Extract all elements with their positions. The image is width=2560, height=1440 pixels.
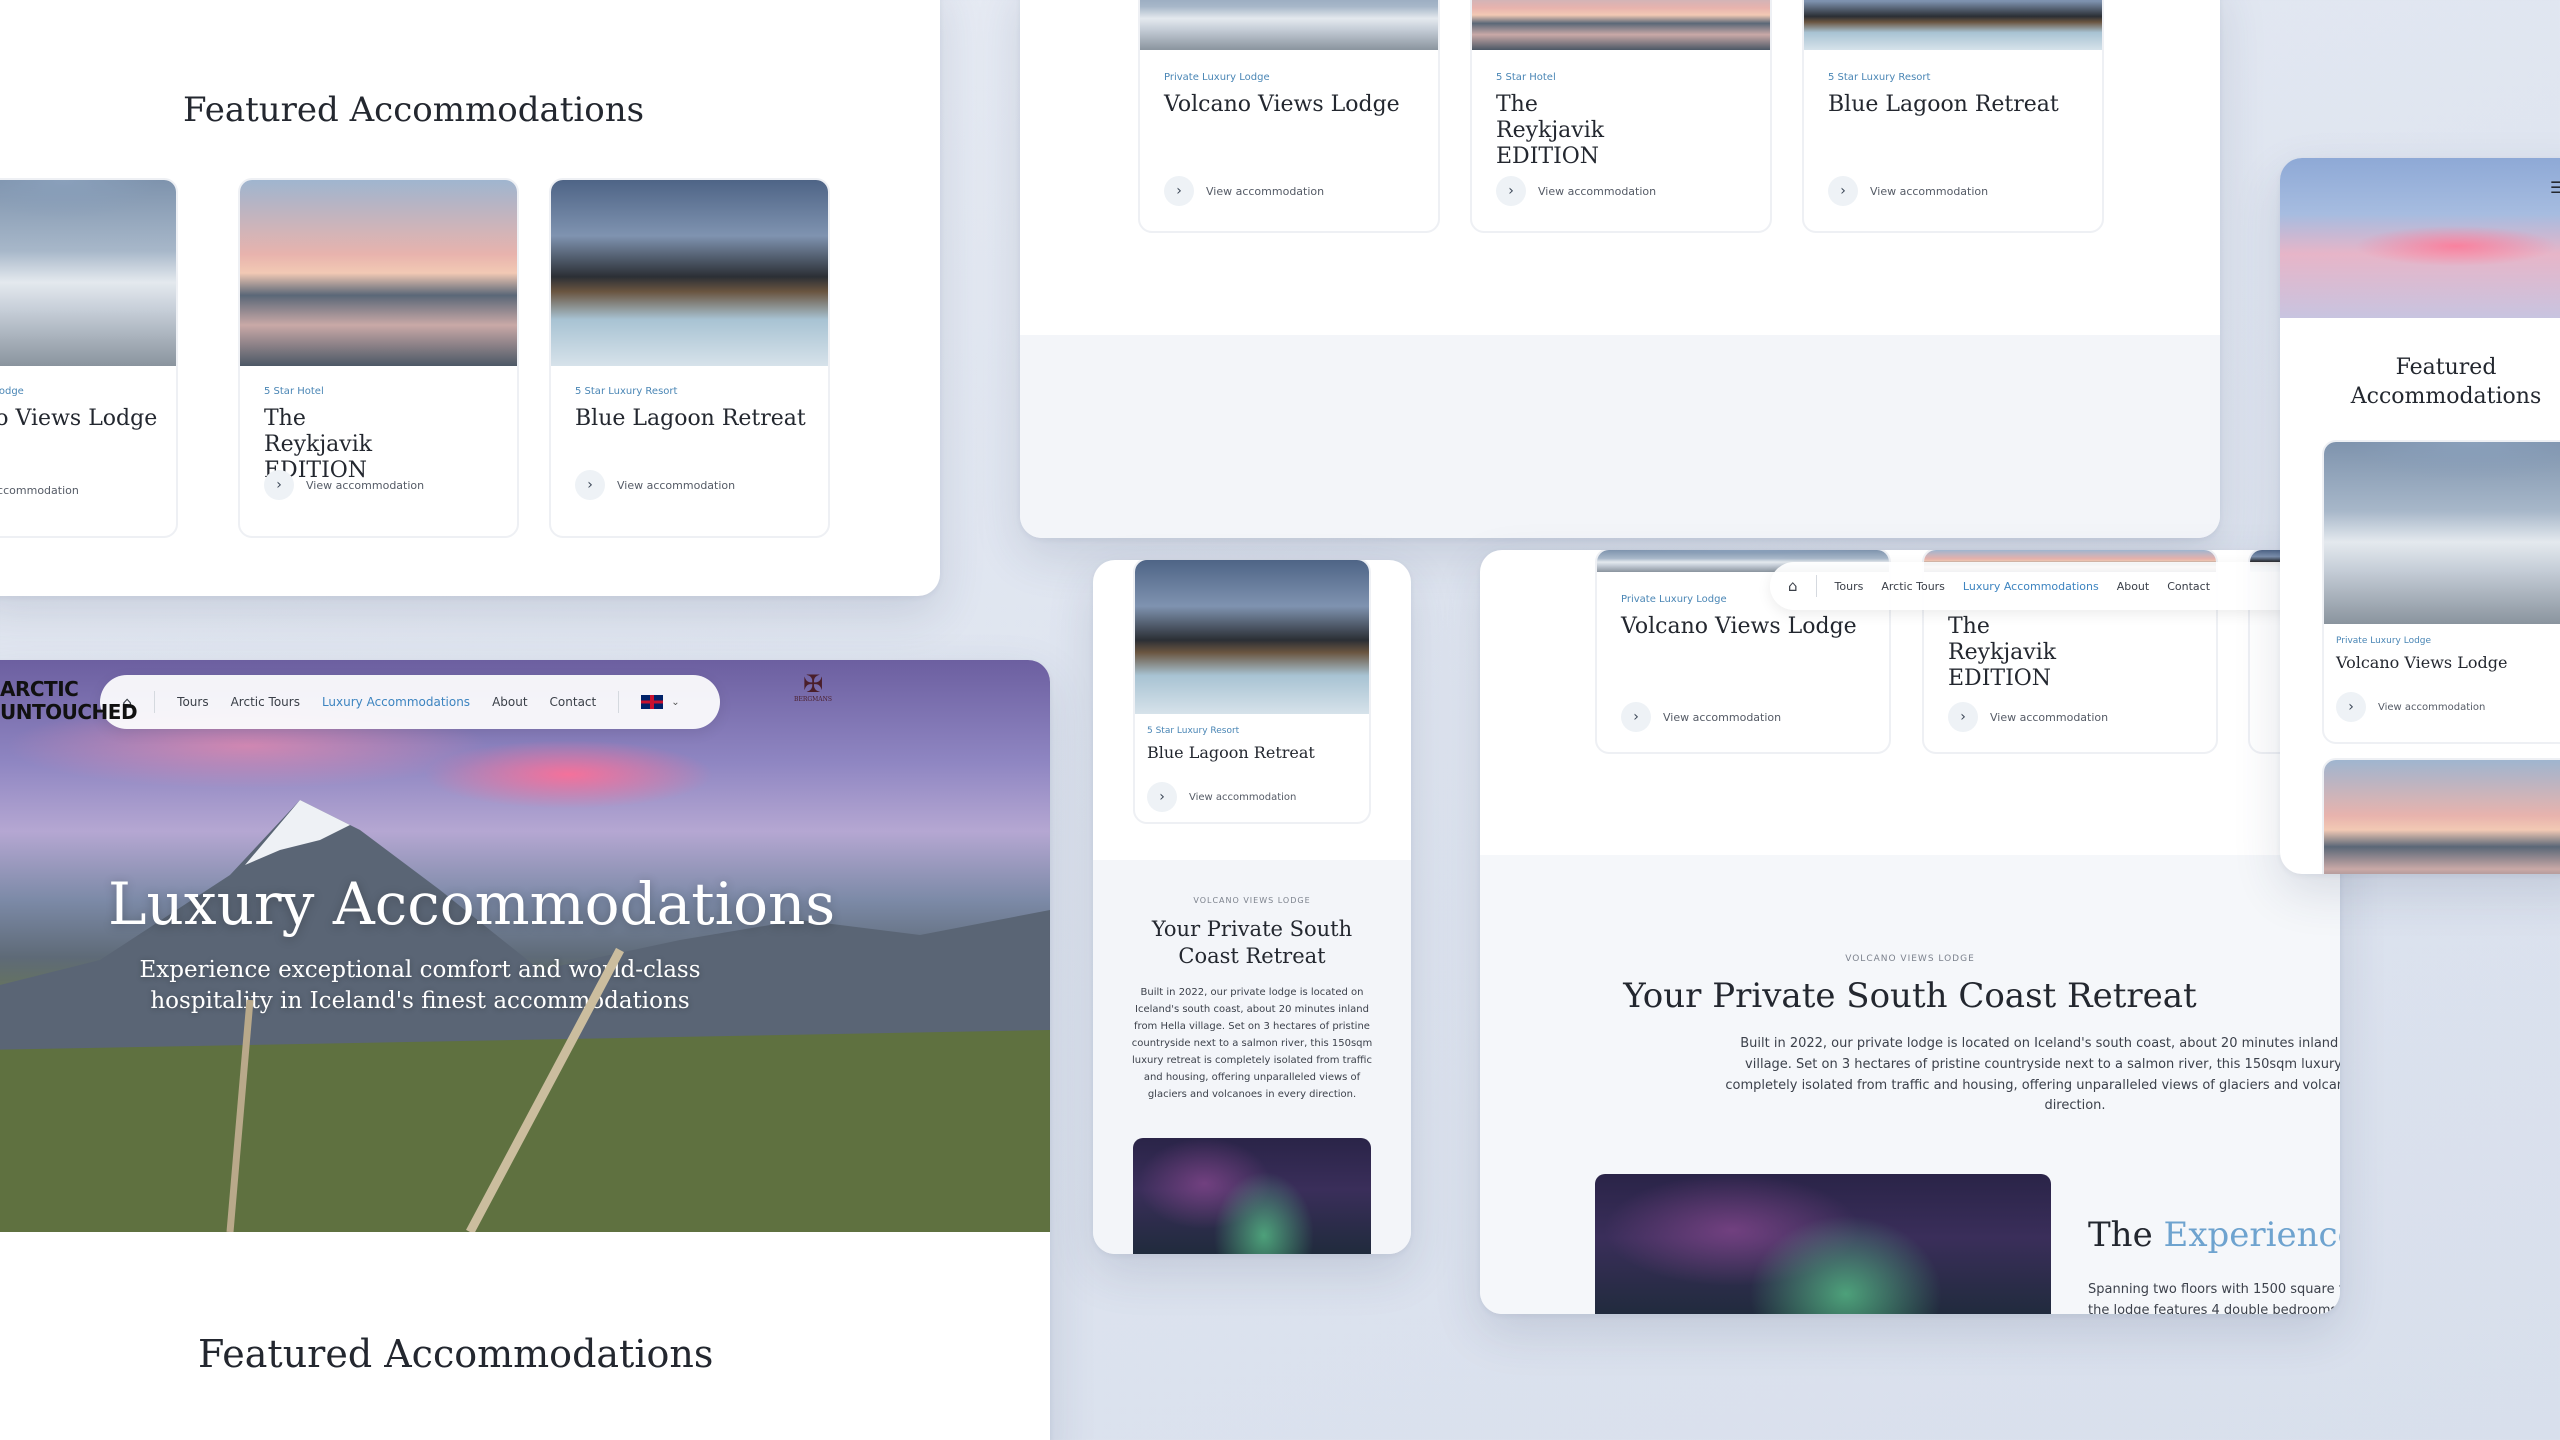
harbor-image: [240, 180, 517, 366]
section-background: [1020, 335, 2220, 538]
retreat-eyebrow: VOLCANO VIEWS LODGE: [1845, 954, 1975, 964]
featured-panel-top-left: Featured Accommodations xury Lodge ano V…: [0, 0, 940, 596]
card-category: 5 Star Luxury Resort: [1828, 72, 1931, 83]
card-link[interactable]: iew accommodation: [0, 484, 79, 497]
accommodation-card-lagoon[interactable]: 5 Star Luxury Resort Blue Lagoon Retreat…: [1133, 560, 1371, 824]
view-accommodation-link[interactable]: › View accommodation: [1948, 702, 2108, 732]
card-category: Private Luxury Lodge: [2336, 636, 2432, 646]
accommodation-card-lagoon[interactable]: 5 Star Luxury Resort Blue Lagoon Retreat…: [549, 178, 830, 538]
featured-heading: Featured Accommodations: [198, 1332, 714, 1376]
mobile-panel-right: ☰ Featured Accommodations Private Luxury…: [2280, 158, 2560, 874]
nav-item-contact[interactable]: Contact: [2167, 580, 2210, 593]
hero-panel: ⌂ Tours Arctic Tours Luxury Accommodatio…: [0, 660, 1050, 1440]
chevron-right-icon: ›: [1621, 702, 1651, 732]
cards-panel-top-middle: Private Luxury Lodge Volcano Views Lodge…: [1020, 0, 2220, 538]
home-icon[interactable]: ⌂: [1788, 577, 1798, 595]
accommodation-card-edition[interactable]: 5 Star Hotel The Reykjavik EDITION › Vie…: [1470, 0, 1772, 233]
card-title: Volcano Views Lodge: [1164, 92, 1400, 117]
accommodation-card-volcano[interactable]: Private Luxury Lodge Volcano Views Lodge…: [1138, 0, 1440, 233]
card-title: Volcano Views Lodge: [2336, 653, 2508, 672]
fence-posts: [226, 947, 624, 1232]
nav-item-arctic-tours[interactable]: Arctic Tours: [1881, 580, 1945, 593]
nav-divider: [1815, 575, 1817, 597]
cabin-image: [2324, 442, 2560, 624]
chevron-right-icon: ›: [1948, 702, 1978, 732]
lagoon-image: [551, 180, 828, 366]
chevron-right-icon: ›: [264, 470, 294, 500]
card-title: Blue Lagoon Retreat: [1147, 743, 1315, 762]
lagoon-image: [1804, 0, 2102, 50]
view-accommodation-link[interactable]: › View accommodation: [1621, 702, 1781, 732]
harbor-image: [1472, 0, 1770, 50]
card-title: Volcano Views Lodge: [1621, 614, 1857, 639]
accommodation-card-edition[interactable]: [2322, 758, 2560, 874]
view-accommodation-link[interactable]: › View accommodation: [264, 470, 424, 500]
menu-icon[interactable]: ☰: [2550, 178, 2560, 197]
accommodation-card-edition[interactable]: 5 Star Hotel The Reykjavik EDITION › Vie…: [238, 178, 519, 538]
card-category: xury Lodge: [0, 386, 24, 397]
retreat-heading: Your Private South Coast Retreat: [1151, 917, 1353, 969]
view-accommodation-link[interactable]: › View accommodation: [2336, 692, 2485, 722]
card-category: 5 Star Luxury Resort: [575, 386, 678, 397]
card-category: 5 Star Hotel: [264, 386, 324, 397]
card-title: Blue Lagoon Retreat: [1828, 92, 2059, 117]
chevron-right-icon: ›: [1164, 176, 1194, 206]
accommodation-card-lagoon[interactable]: 5 Star Luxury Resort Blue Lagoon Retreat…: [1802, 0, 2104, 233]
sticky-navigation: ⌂ Tours Arctic Tours Luxury Accommodatio…: [1770, 562, 2330, 610]
chevron-right-icon: ›: [575, 470, 605, 500]
nav-item-luxury-accommodations[interactable]: Luxury Accommodations: [1963, 580, 2099, 593]
card-title: The Reykjavik EDITION: [1496, 92, 1605, 169]
harbor-image: [2324, 760, 2560, 874]
lagoon-image: [1135, 560, 1369, 714]
accommodation-card-volcano[interactable]: xury Lodge ano Views Lodge iew accommoda…: [0, 178, 178, 538]
card-title: ano Views Lodge: [0, 406, 158, 431]
retreat-eyebrow: VOLCANO VIEWS LODGE: [1193, 896, 1311, 905]
view-accommodation-link[interactable]: › View accommodation: [1147, 782, 1296, 812]
aurora-image: [1133, 1138, 1371, 1254]
nav-item-about[interactable]: About: [2117, 580, 2150, 593]
card-category: Private Luxury Lodge: [1164, 72, 1270, 83]
featured-heading-mobile: Featured Accommodations: [2350, 355, 2542, 409]
chevron-right-icon: ›: [1828, 176, 1858, 206]
card-category: 5 Star Luxury Resort: [1147, 726, 1240, 736]
card-title: Blue Lagoon Retreat: [575, 406, 806, 431]
desktop-panel-bottom-right: Private Luxury Lodge Volcano Views Lodge…: [1480, 550, 2340, 1314]
experience-body: Spanning two floors with 1500 square fee…: [2088, 1282, 2340, 1314]
cabin-image: [0, 180, 176, 366]
experience-heading: The Experience: [2088, 1215, 2340, 1255]
card-category: Private Luxury Lodge: [1621, 594, 1727, 605]
mobile-panel-middle: 5 Star Luxury Resort Blue Lagoon Retreat…: [1093, 560, 1411, 1254]
view-accommodation-link[interactable]: › View accommodation: [575, 470, 735, 500]
featured-heading: Featured Accommodations: [183, 90, 645, 130]
accommodation-card-volcano[interactable]: Private Luxury Lodge Volcano Views Lodge…: [2322, 440, 2560, 744]
chevron-right-icon: ›: [1496, 176, 1526, 206]
retreat-heading: Your Private South Coast Retreat: [1623, 976, 2197, 1016]
chevron-right-icon: ›: [1147, 782, 1177, 812]
view-accommodation-link[interactable]: › View accommodation: [1496, 176, 1656, 206]
nav-item-tours[interactable]: Tours: [1835, 580, 1864, 593]
card-category: 5 Star Hotel: [1496, 72, 1556, 83]
retreat-body: Built in 2022, our private lodge is loca…: [1725, 1036, 2340, 1114]
aurora-image: [1595, 1174, 2051, 1314]
chevron-right-icon: ›: [2336, 692, 2366, 722]
retreat-body: Built in 2022, our private lodge is loca…: [1131, 987, 1373, 1100]
card-title: The Reykjavik EDITION: [1948, 614, 2057, 691]
view-accommodation-link[interactable]: › View accommodation: [1828, 176, 1988, 206]
sunset-image: [2280, 158, 2560, 318]
view-accommodation-link[interactable]: › View accommodation: [1164, 176, 1324, 206]
cabin-image: [1140, 0, 1438, 50]
